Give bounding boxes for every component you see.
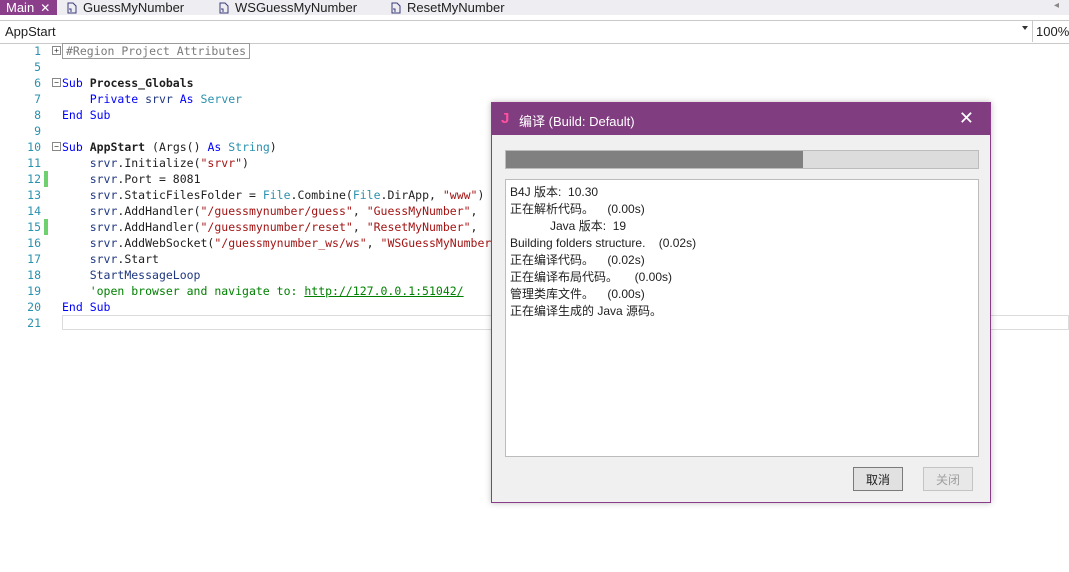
region-collapsed[interactable]: #Region Project Attributes (62, 43, 251, 59)
sub-name: AppStart (89, 140, 146, 154)
line-number: 10 (27, 140, 41, 154)
line-number: 8 (34, 108, 41, 122)
line-number: 13 (27, 188, 41, 202)
document-icon (219, 2, 229, 13)
line-number: 5 (34, 60, 41, 74)
url-link[interactable]: http://127.0.0.1:51042/ (304, 284, 463, 298)
tab-resetmynumber[interactable]: ResetMyNumber (390, 0, 505, 15)
line-number: 12 (27, 172, 41, 186)
tab-scroll-left-icon[interactable]: ◂ (1054, 0, 1059, 11)
document-icon (391, 2, 401, 13)
build-dialog: J 编译 (Build: Default) ✕ B4J 版本: 10.30 正在… (491, 102, 991, 503)
tab-wsguessmynumber[interactable]: WSGuessMyNumber (218, 0, 357, 15)
zoom-level[interactable]: 100% (1036, 24, 1069, 39)
line-number: 7 (34, 92, 41, 106)
log-line: 管理类库文件。 (0.00s) (510, 287, 645, 301)
dialog-titlebar[interactable]: J 编译 (Build: Default) ✕ (492, 103, 990, 135)
progress-fill (506, 151, 804, 168)
member-combo-bar: AppStart 100% (0, 20, 1069, 44)
cancel-button[interactable]: 取消 (853, 467, 903, 491)
chevron-down-icon[interactable] (1022, 26, 1028, 30)
tab-main-label: Main (6, 0, 35, 15)
tab-guessmynumber-label: GuessMyNumber (83, 0, 185, 15)
dialog-title: 编译 (Build: Default) (519, 114, 635, 129)
member-dropdown[interactable]: AppStart (0, 21, 1033, 42)
tab-wsguessmynumber-label: WSGuessMyNumber (235, 0, 358, 15)
document-icon (67, 2, 77, 13)
close-icon[interactable]: ✕ (40, 1, 50, 15)
b4j-logo-icon: J (501, 110, 510, 127)
log-line: B4J 版本: 10.30 (510, 185, 599, 199)
sub-name: Process_Globals (89, 76, 194, 90)
log-line: 正在解析代码。 (0.00s) (510, 202, 645, 216)
line-number: 17 (27, 252, 41, 266)
line-number: 18 (27, 268, 41, 282)
change-marker (44, 219, 48, 235)
log-line: Building folders structure. (0.02s) (510, 236, 697, 250)
log-line: Java 版本: 19 (510, 219, 627, 233)
line-number: 16 (27, 236, 41, 250)
line-number: 11 (27, 156, 41, 170)
log-line: 正在编译生成的 Java 源码。 (510, 304, 663, 318)
line-number: 9 (34, 124, 41, 138)
code-line: 6 − Sub Process_Globals (0, 75, 1069, 91)
tab-guessmynumber[interactable]: GuessMyNumber (66, 0, 184, 15)
build-log[interactable]: B4J 版本: 10.30 正在解析代码。 (0.00s) Java 版本: 1… (505, 179, 979, 457)
line-number: 20 (27, 300, 41, 314)
line-number: 1 (34, 44, 41, 58)
line-number: 21 (27, 316, 41, 330)
tab-resetmynumber-label: ResetMyNumber (407, 0, 505, 15)
code-line: 1 + #Region Project Attributes (0, 43, 1069, 59)
collapse-icon[interactable]: − (52, 142, 61, 151)
log-line: 正在编译代码。 (0.02s) (510, 253, 645, 267)
line-number: 19 (27, 284, 41, 298)
expand-icon[interactable]: + (52, 46, 61, 55)
code-line: 5 (0, 59, 1069, 75)
build-progress-bar (505, 150, 979, 169)
close-button[interactable]: 关闭 (923, 467, 973, 491)
close-icon[interactable]: ✕ (959, 108, 974, 129)
log-line: 正在编译布局代码。 (0.00s) (510, 270, 673, 284)
line-number: 6 (34, 76, 41, 90)
member-dropdown-value: AppStart (5, 24, 56, 39)
collapse-icon[interactable]: − (52, 78, 61, 87)
document-tab-strip: Main ✕ GuessMyNumber WSGuessMyNumber Res… (0, 0, 1069, 15)
tab-main[interactable]: Main ✕ (0, 0, 57, 15)
line-number: 14 (27, 204, 41, 218)
change-marker (44, 171, 48, 187)
line-number: 15 (27, 220, 41, 234)
